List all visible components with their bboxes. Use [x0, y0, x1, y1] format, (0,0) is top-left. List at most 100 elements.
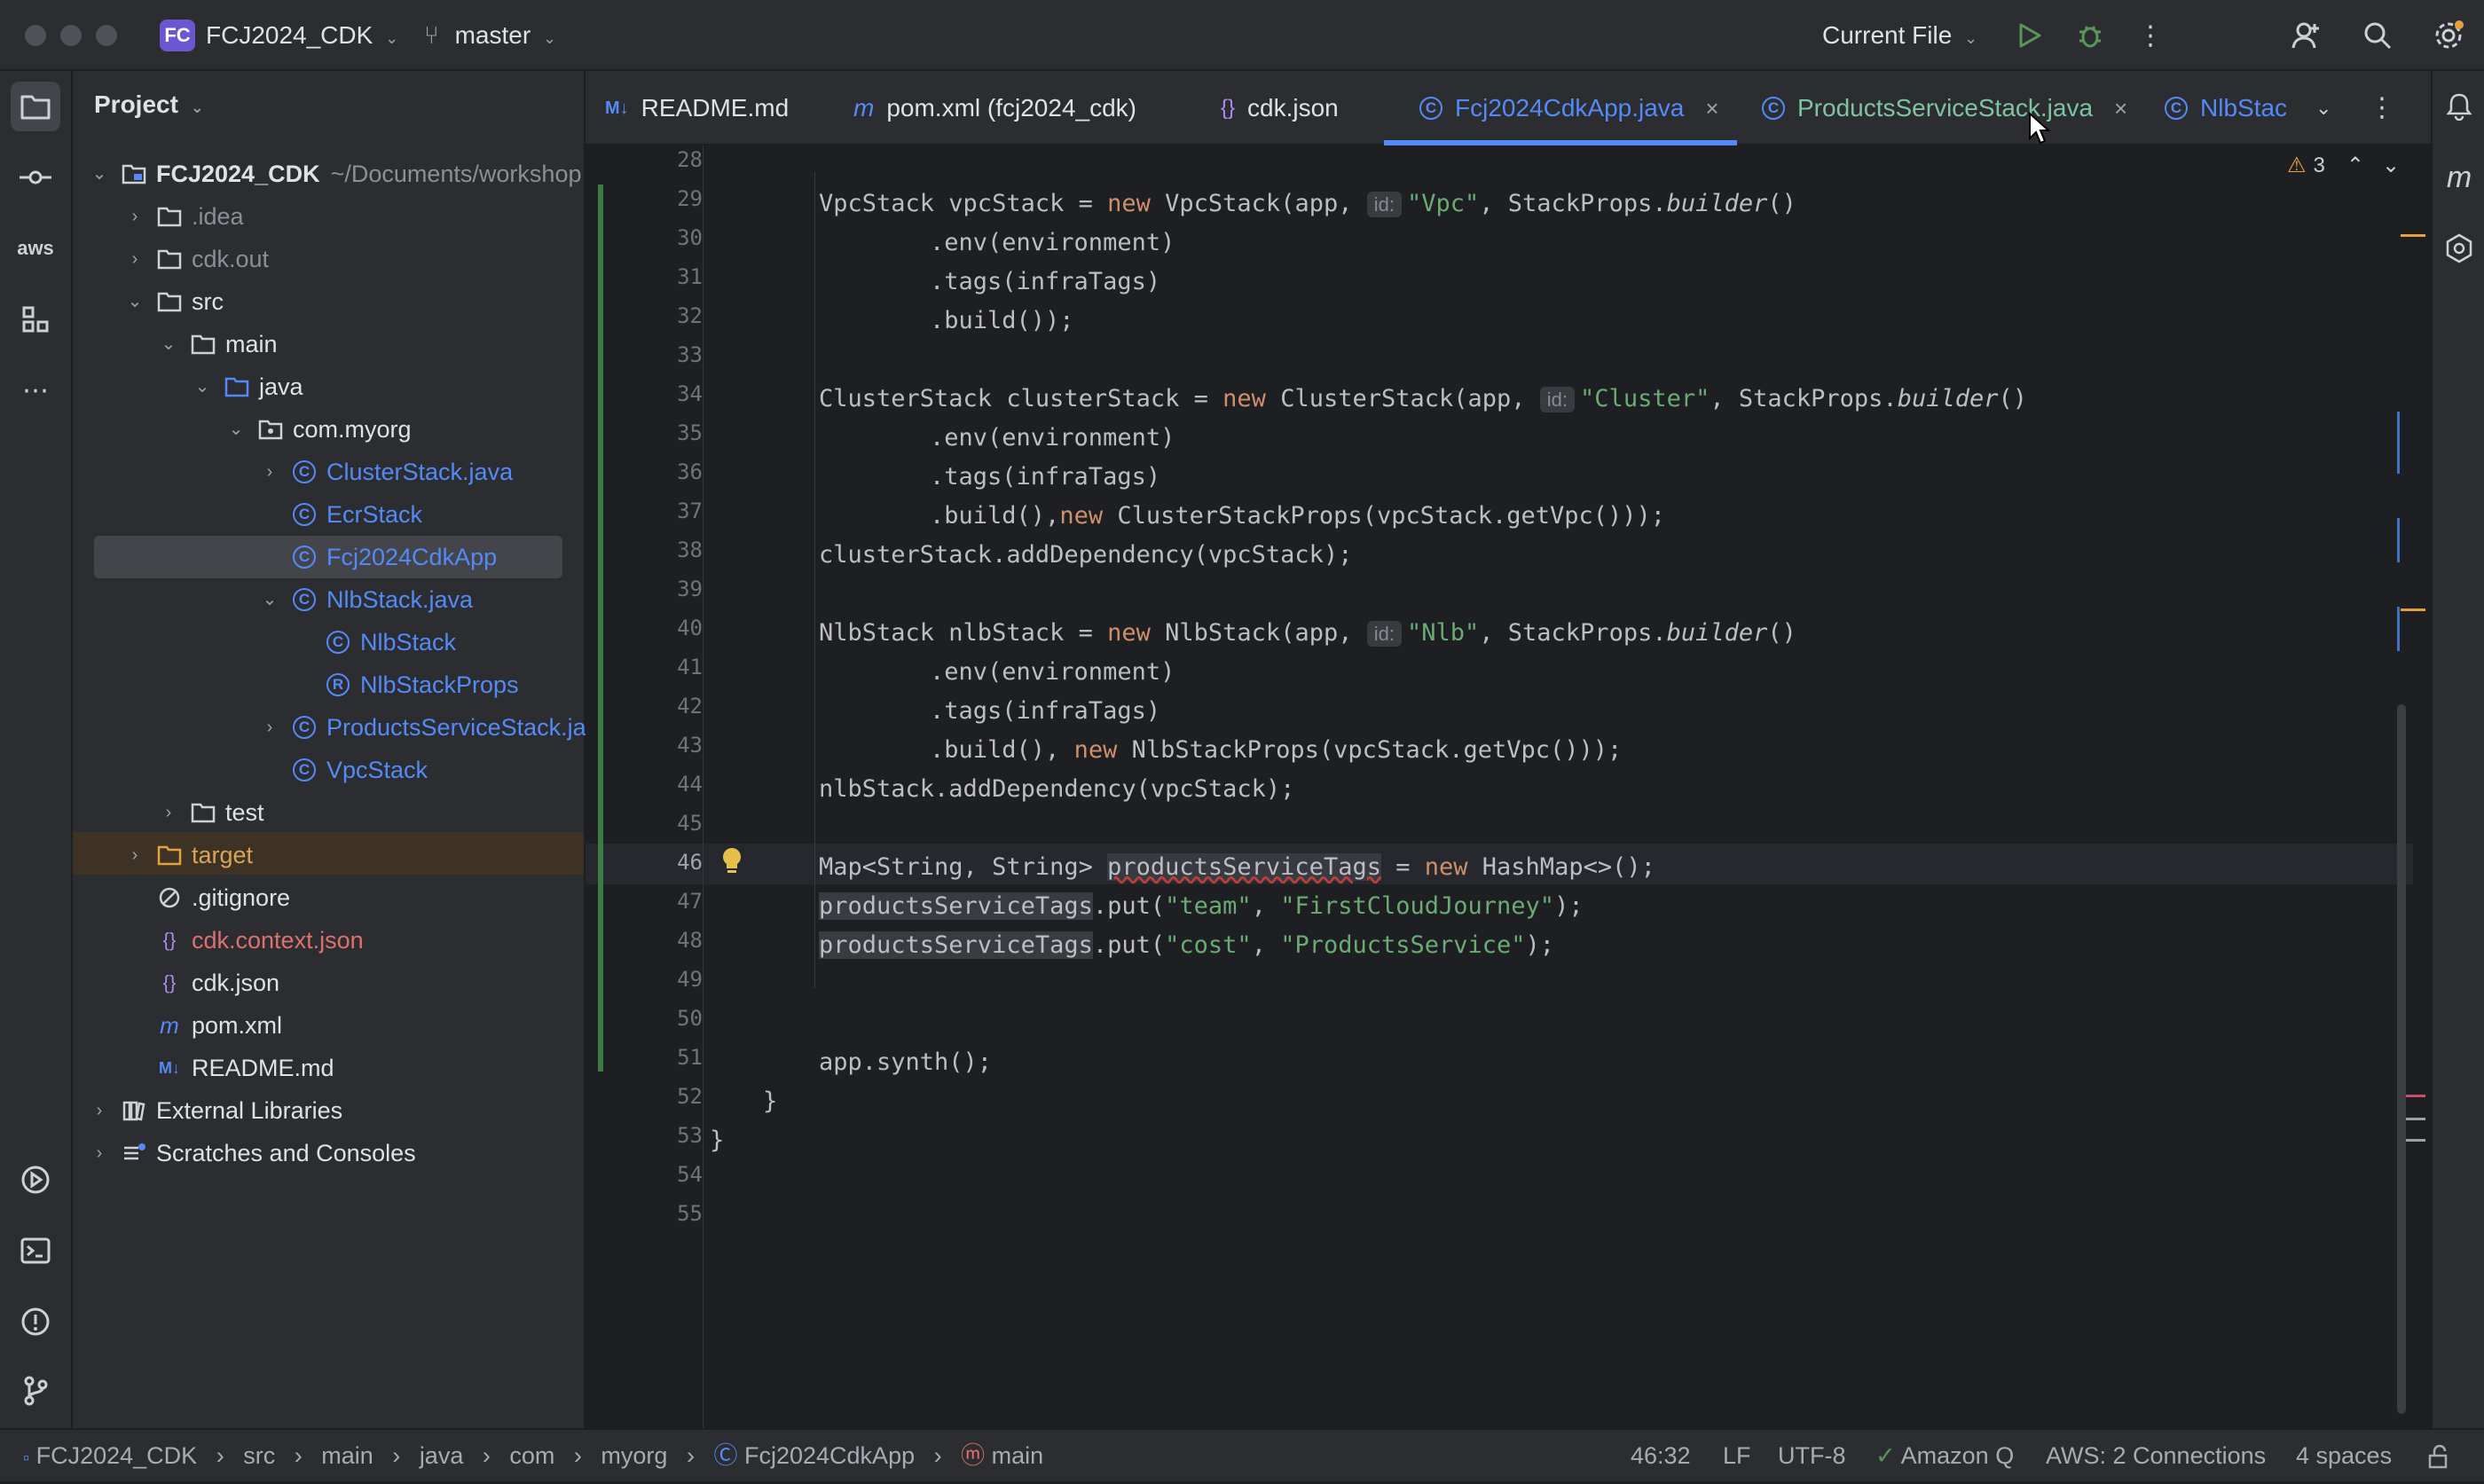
tab-fcj2024-cdk-app[interactable]: C Fcj2024CdkApp.java ×: [1384, 71, 1737, 145]
search-everywhere-button[interactable]: [2360, 18, 2395, 53]
more-actions-button[interactable]: ⋮: [2133, 18, 2168, 53]
debug-button[interactable]: [2072, 18, 2108, 53]
tab-products-service-stack[interactable]: C ProductsServiceStack.java ×: [1762, 71, 2127, 145]
tree-item-scratches[interactable]: › Scratches and Consoles: [87, 1132, 416, 1174]
hexagon-icon: [2446, 233, 2472, 263]
tree-item-pom-xml[interactable]: m pom.xml: [156, 1004, 282, 1047]
breadcrumb-item[interactable]: src: [243, 1442, 275, 1469]
tree-item-fcj2024-cdk-app[interactable]: C Fcj2024CdkApp: [291, 536, 497, 578]
read-only-toggle[interactable]: [2427, 1430, 2450, 1481]
tab-pom-xml[interactable]: m pom.xml (fcj2024_cdk): [853, 71, 1136, 145]
tree-item-gitignore[interactable]: .gitignore: [156, 876, 290, 919]
breadcrumb-item[interactable]: myorg: [601, 1442, 667, 1469]
breadcrumb-item[interactable]: main: [321, 1442, 373, 1469]
tree-root[interactable]: ⌄ FCJ2024_CDK ~/Documents/workshop: [87, 153, 582, 195]
close-window-button[interactable]: [25, 25, 46, 46]
tree-item-src[interactable]: ⌄ src: [122, 280, 224, 323]
folder-icon: [20, 95, 51, 120]
tree-item-external-libraries[interactable]: › External Libraries: [87, 1089, 342, 1132]
chevron-right-icon: ›: [266, 462, 273, 482]
run-config-selector[interactable]: Current File ⌄: [1822, 20, 1977, 54]
tree-item-label: src: [192, 288, 224, 315]
breadcrumb-item[interactable]: java: [420, 1442, 464, 1469]
tree-item-cdk-out[interactable]: › cdk.out: [122, 238, 269, 280]
intention-bulb-icon[interactable]: [720, 846, 747, 876]
notifications-button[interactable]: [2434, 82, 2484, 131]
tree-item-label: EcrStack: [326, 501, 423, 528]
more-tools-button[interactable]: ⋯: [11, 365, 60, 415]
close-icon[interactable]: ×: [2114, 71, 2127, 145]
chevron-down-icon: ⌄: [91, 164, 107, 184]
amazon-q-status[interactable]: ✓ Amazon Q: [1875, 1430, 2014, 1481]
file-encoding[interactable]: UTF-8: [1778, 1430, 1846, 1481]
run-button[interactable]: [2012, 18, 2048, 53]
tree-item-target[interactable]: › target: [122, 834, 253, 876]
account-button[interactable]: [2289, 18, 2324, 53]
chevron-right-icon: ›: [96, 1143, 103, 1163]
breadcrumb-item[interactable]: com: [509, 1442, 554, 1469]
tree-item-readme[interactable]: M↓ README.md: [156, 1047, 334, 1089]
code-editor[interactable]: 28 29 30 31 32 33 34 35 36 37 38 39 40 4…: [586, 145, 2431, 1428]
close-icon[interactable]: ×: [1705, 71, 1718, 145]
project-view-selector[interactable]: Project ⌄: [94, 90, 204, 119]
line-number-gutter[interactable]: 28 29 30 31 32 33 34 35 36 37 38 39 40 4…: [586, 145, 703, 1428]
commit-tool-button[interactable]: [11, 153, 60, 202]
line-number: 49: [677, 967, 703, 992]
tree-item-vpc-stack[interactable]: C VpcStack: [291, 749, 428, 791]
tab-cdk-json[interactable]: {} cdk.json: [1221, 71, 1339, 145]
branch-switcher[interactable]: ⑂ master ⌄: [424, 20, 556, 54]
tree-item-label: cdk.context.json: [192, 927, 364, 954]
line-number: 44: [677, 772, 703, 797]
caret-position[interactable]: 46:32: [1631, 1430, 1691, 1481]
indent-setting[interactable]: 4 spaces: [2296, 1430, 2392, 1481]
tab-actions-button[interactable]: ⋮: [2369, 71, 2395, 145]
maven-file-icon: m: [853, 94, 875, 122]
tree-item-nlb-stack[interactable]: C NlbStack: [325, 621, 456, 663]
code-line: ClusterStack clusterStack = new ClusterS…: [819, 385, 2027, 412]
tree-item-label: NlbStack: [360, 629, 457, 656]
line-number: 48: [677, 928, 703, 953]
tabs-dropdown-button[interactable]: ⌄: [2315, 71, 2331, 145]
tree-item-com-myorg[interactable]: ⌄ com.myorg: [224, 408, 412, 451]
maven-tool-button[interactable]: m: [2434, 153, 2484, 202]
aws-toolkit-button[interactable]: aws: [11, 224, 60, 273]
minimize-window-button[interactable]: [60, 25, 82, 46]
tree-item-nlb-stack-props[interactable]: R NlbStackProps: [325, 663, 519, 706]
project-tool-button[interactable]: [11, 82, 60, 131]
aws-connections[interactable]: AWS: 2 Connections: [2046, 1430, 2266, 1481]
terminal-tool-button[interactable]: [11, 1226, 60, 1276]
structure-tool-button[interactable]: [11, 294, 60, 344]
tree-item-products-service-stack[interactable]: › C ProductsServiceStack.java: [257, 706, 593, 749]
tree-item-java[interactable]: ⌄ java: [190, 365, 303, 408]
zoom-window-button[interactable]: [96, 25, 117, 46]
tree-item-cdk-json[interactable]: {} cdk.json: [156, 962, 279, 1004]
git-tool-button[interactable]: [11, 1366, 60, 1416]
settings-button[interactable]: [2431, 18, 2466, 53]
tree-item-cdk-context-json[interactable]: {} cdk.context.json: [156, 919, 364, 962]
breadcrumb: ▫ FCJ2024_CDK › src › main › java › com …: [23, 1430, 1043, 1481]
chevron-up-icon[interactable]: ⌃: [2346, 153, 2364, 178]
tree-item-cluster-stack[interactable]: › C ClusterStack.java: [257, 451, 513, 493]
vertical-scrollbar[interactable]: [2397, 704, 2406, 1414]
project-switcher[interactable]: FCJ2024_CDK ⌄: [206, 20, 398, 54]
breadcrumb-item[interactable]: main: [992, 1442, 1044, 1469]
code-line: clusterStack.addDependency(vpcStack);: [819, 541, 1353, 569]
gear-icon: [2435, 20, 2464, 49]
tree-item-idea[interactable]: › .idea: [122, 195, 244, 238]
tree-item-test[interactable]: › test: [156, 791, 264, 834]
breadcrumb-item[interactable]: FCJ2024_CDK: [36, 1442, 198, 1469]
services-tool-button[interactable]: [11, 1155, 60, 1205]
breadcrumb-item[interactable]: Fcj2024CdkApp: [744, 1442, 915, 1469]
tree-item-nlb-stack-java[interactable]: ⌄ C NlbStack.java: [257, 578, 473, 621]
line-ending[interactable]: LF: [1723, 1430, 1751, 1481]
tree-item-main[interactable]: ⌄ main: [156, 323, 278, 365]
aws-q-tool-button[interactable]: [2434, 224, 2484, 273]
tab-readme[interactable]: M↓ README.md: [605, 71, 789, 145]
class-icon: C: [325, 629, 351, 656]
tab-label: pom.xml (fcj2024_cdk): [886, 94, 1136, 122]
tree-item-ecr-stack[interactable]: C EcrStack: [291, 493, 422, 536]
problems-tool-button[interactable]: [11, 1297, 60, 1347]
tab-nlb-stack[interactable]: C NlbStac: [2165, 71, 2312, 145]
chevron-down-icon: ⌄: [262, 590, 278, 609]
warning-icon: ⚠: [2287, 153, 2307, 177]
